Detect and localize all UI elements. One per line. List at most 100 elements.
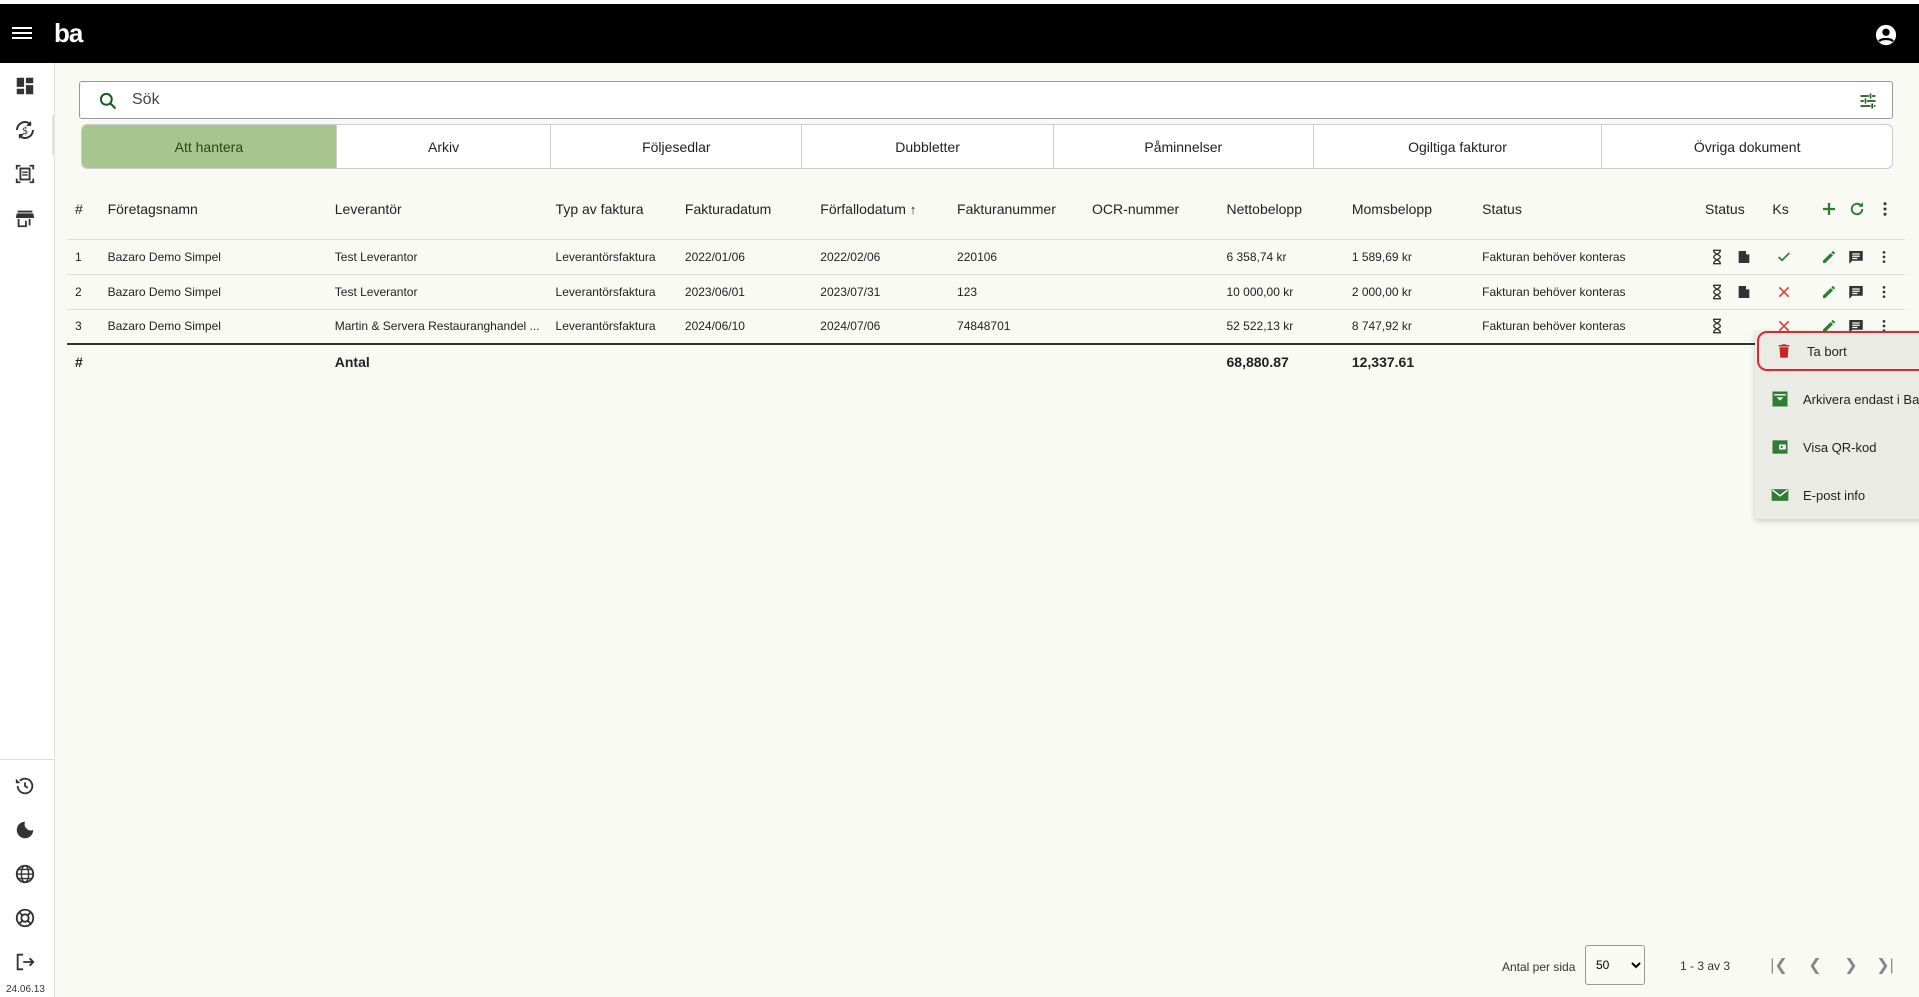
col-header-type[interactable]: Typ av faktura bbox=[547, 179, 677, 240]
prev-page-icon[interactable]: ❮ bbox=[1805, 955, 1825, 975]
col-header-net[interactable]: Nettobelopp bbox=[1218, 179, 1344, 240]
row-more-vert-icon[interactable] bbox=[1872, 245, 1896, 269]
tab-att-hantera[interactable]: Att hantera bbox=[82, 125, 337, 168]
page-size-select[interactable]: 50 bbox=[1585, 945, 1645, 985]
row-more-vert-icon[interactable] bbox=[1872, 280, 1896, 304]
currency-sync-icon[interactable]: $ bbox=[12, 117, 38, 143]
row-invoice-no: 220106 bbox=[949, 239, 1085, 275]
table-row[interactable]: 1 Bazaro Demo Simpel Test Leverantor Lev… bbox=[67, 239, 1905, 275]
next-page-icon[interactable]: ❯ bbox=[1841, 955, 1861, 975]
tab-dubbletter[interactable]: Dubbletter bbox=[802, 125, 1054, 168]
totals-empty bbox=[1084, 343, 1219, 378]
menu-item-email-info[interactable]: E-post info bbox=[1755, 475, 1919, 515]
pagination: Antal per sida 50 1 - 3 av 3 |❮ ❮ ❯ ❯| bbox=[55, 943, 1919, 985]
totals-vat: 12,337.61 bbox=[1343, 343, 1475, 378]
hourglass-icon[interactable] bbox=[1705, 280, 1729, 304]
menu-item-delete[interactable]: Ta bort bbox=[1757, 331, 1919, 371]
row-num: 2 bbox=[67, 274, 100, 310]
row-supplier: Martin & Servera Restauranghandel ... bbox=[326, 309, 548, 345]
document-icon[interactable] bbox=[1732, 280, 1756, 304]
dashboard-icon[interactable] bbox=[12, 73, 38, 99]
dark-mode-icon[interactable] bbox=[12, 817, 38, 843]
edit-icon[interactable] bbox=[1817, 245, 1841, 269]
menu-item-archive[interactable]: Arkivera endast i Bazaro bbox=[1755, 379, 1919, 419]
tab-foljesedlar[interactable]: Följesedlar bbox=[551, 125, 803, 168]
tab-paminnelser[interactable]: Påminnelser bbox=[1054, 125, 1314, 168]
hourglass-icon[interactable] bbox=[1705, 245, 1729, 269]
row-net: 6 358,74 kr bbox=[1218, 239, 1344, 275]
row-invoice-date: 2023/06/01 bbox=[676, 274, 813, 310]
tab-ovriga-dokument[interactable]: Övriga dokument bbox=[1602, 125, 1892, 168]
document-scan-icon[interactable] bbox=[12, 161, 38, 187]
more-vert-icon[interactable] bbox=[1873, 197, 1897, 221]
row-ocr bbox=[1084, 274, 1219, 310]
col-header-supplier[interactable]: Leverantör bbox=[326, 179, 548, 240]
due-date-label: Förfallodatum bbox=[820, 200, 906, 217]
hamburger-menu-icon[interactable] bbox=[12, 24, 32, 42]
row-invoice-no: 123 bbox=[949, 274, 1085, 310]
search-bar bbox=[79, 81, 1893, 119]
row-company: Bazaro Demo Simpel bbox=[99, 309, 327, 345]
row-status-icons bbox=[1697, 239, 1765, 275]
col-header-invoice-no[interactable]: Fakturanummer bbox=[949, 179, 1085, 240]
document-icon[interactable] bbox=[1732, 245, 1756, 269]
col-header-ocr[interactable]: OCR-nummer bbox=[1084, 179, 1219, 240]
row-due-date: 2022/02/06 bbox=[812, 239, 950, 275]
main-content: Att hantera Arkiv Följesedlar Dubbletter… bbox=[55, 63, 1919, 997]
app-logo[interactable]: ba bbox=[54, 20, 83, 46]
menu-item-label: E-post info bbox=[1803, 487, 1866, 503]
row-status-link[interactable]: Fakturan behöver konteras bbox=[1474, 239, 1698, 275]
row-company: Bazaro Demo Simpel bbox=[99, 239, 327, 275]
support-lifebuoy-icon[interactable] bbox=[12, 905, 38, 931]
menu-item-label: Arkivera endast i Bazaro bbox=[1803, 391, 1919, 407]
tab-ogiltiga-fakturor[interactable]: Ogiltiga fakturor bbox=[1314, 125, 1603, 168]
row-num: 1 bbox=[67, 239, 100, 275]
table-row[interactable]: 2 Bazaro Demo Simpel Test Leverantor Lev… bbox=[67, 274, 1905, 310]
top-bar: ba bbox=[0, 4, 1919, 63]
page-range: 1 - 3 av 3 bbox=[1680, 959, 1731, 973]
refresh-icon[interactable] bbox=[1845, 197, 1869, 221]
row-due-date: 2023/07/31 bbox=[812, 274, 950, 310]
logout-icon[interactable] bbox=[12, 949, 38, 975]
col-header-due-date[interactable]: Förfallodatum ↑ bbox=[812, 179, 950, 240]
totals-num: # bbox=[67, 343, 100, 378]
totals-label: Antal bbox=[326, 343, 548, 378]
totals-empty bbox=[949, 343, 1085, 378]
col-header-company[interactable]: Företagsnamn bbox=[99, 179, 327, 240]
sidebar-divider bbox=[0, 759, 54, 760]
col-header-invoice-date[interactable]: Fakturadatum bbox=[676, 179, 813, 240]
close-icon bbox=[1772, 280, 1796, 304]
totals-row: # Antal 68,880.87 12,337.61 bbox=[67, 343, 1905, 378]
comment-icon[interactable] bbox=[1844, 280, 1868, 304]
row-status-link[interactable]: Fakturan behöver konteras bbox=[1474, 274, 1698, 310]
search-icon bbox=[99, 92, 117, 110]
row-status-link[interactable]: Fakturan behöver konteras bbox=[1474, 309, 1698, 345]
archive-icon bbox=[1769, 388, 1791, 410]
col-header-status[interactable]: Status bbox=[1474, 179, 1698, 240]
language-globe-icon[interactable] bbox=[12, 861, 38, 887]
row-invoice-no: 74848701 bbox=[949, 309, 1085, 345]
col-header-ks: Ks bbox=[1764, 179, 1810, 240]
first-page-icon[interactable]: |❮ bbox=[1769, 955, 1789, 975]
last-page-icon[interactable]: ❯| bbox=[1875, 955, 1895, 975]
row-ocr bbox=[1084, 309, 1219, 345]
menu-item-show-qr[interactable]: Visa QR-kod bbox=[1755, 427, 1919, 467]
store-icon[interactable] bbox=[12, 205, 38, 231]
edit-icon[interactable] bbox=[1817, 280, 1841, 304]
totals-empty bbox=[676, 343, 813, 378]
row-actions bbox=[1809, 274, 1905, 310]
comment-icon[interactable] bbox=[1844, 245, 1868, 269]
table-row[interactable]: 3 Bazaro Demo Simpel Martin & Servera Re… bbox=[67, 309, 1905, 345]
filter-settings-icon[interactable] bbox=[1858, 91, 1878, 111]
col-header-vat[interactable]: Momsbelopp bbox=[1343, 179, 1475, 240]
add-icon[interactable] bbox=[1817, 197, 1841, 221]
row-net: 52 522,13 kr bbox=[1218, 309, 1344, 345]
hourglass-icon[interactable] bbox=[1705, 314, 1729, 338]
search-input[interactable] bbox=[132, 88, 1812, 112]
row-vat: 8 747,92 kr bbox=[1343, 309, 1475, 345]
history-icon[interactable] bbox=[12, 773, 38, 799]
account-icon[interactable] bbox=[1875, 24, 1897, 46]
row-invoice-date: 2024/06/10 bbox=[676, 309, 813, 345]
tab-arkiv[interactable]: Arkiv bbox=[337, 125, 552, 168]
row-ocr bbox=[1084, 239, 1219, 275]
